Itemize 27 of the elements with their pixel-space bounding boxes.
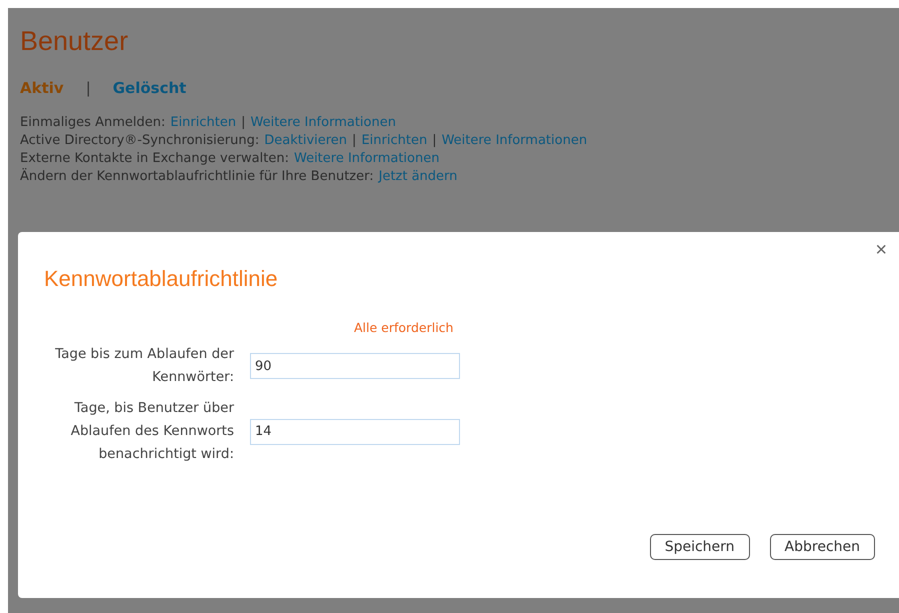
field-label: Tage, bis Benutzer über Ablaufen des Kennworts benachrichtigt wird: — [70, 399, 234, 464]
info-link[interactable]: Jetzt ändern — [378, 169, 458, 184]
save-button[interactable]: Speichern — [650, 534, 750, 560]
page-title: Benutzer — [20, 26, 130, 57]
info-link[interactable]: Weitere Informationen — [250, 115, 396, 130]
info-link[interactable]: Einrichten — [361, 133, 428, 148]
tab-separator: | — [86, 79, 91, 97]
info-link[interactable]: Weitere Informationen — [442, 133, 588, 148]
input-field[interactable]: 14 — [250, 418, 460, 444]
info-link[interactable]: Einrichten — [170, 115, 236, 130]
tab[interactable]: Gelöscht — [112, 79, 186, 97]
field-label: Tage bis zum Ablaufen der Kennwörter: — [54, 345, 234, 387]
link-separator: | — [432, 133, 437, 148]
info-link[interactable]: Weitere Informationen — [294, 151, 440, 166]
info-label: Einmaliges Anmelden: — [20, 115, 166, 130]
required-note: Alle erforderlich — [354, 320, 454, 335]
link-separator: | — [352, 133, 356, 148]
input-field[interactable]: 90 — [250, 353, 460, 379]
link-separator: | — [241, 115, 246, 130]
info-label: Externe Kontakte in Exchange verwalten: — [20, 151, 289, 166]
info-label: Ändern der Kennwortablaufrichtlinie für Ihre Benutzer: — [20, 169, 374, 184]
info-label: Active Directory®-Synchronisierung: — [20, 133, 260, 148]
info-link[interactable]: Deaktivieren — [264, 133, 348, 148]
cancel-button[interactable]: Abbrechen — [770, 534, 875, 560]
dialog-title: Kennwortablaufrichtlinie — [44, 266, 279, 292]
close-button[interactable]: × — [869, 238, 893, 263]
tab[interactable]: Aktiv — [20, 79, 64, 97]
